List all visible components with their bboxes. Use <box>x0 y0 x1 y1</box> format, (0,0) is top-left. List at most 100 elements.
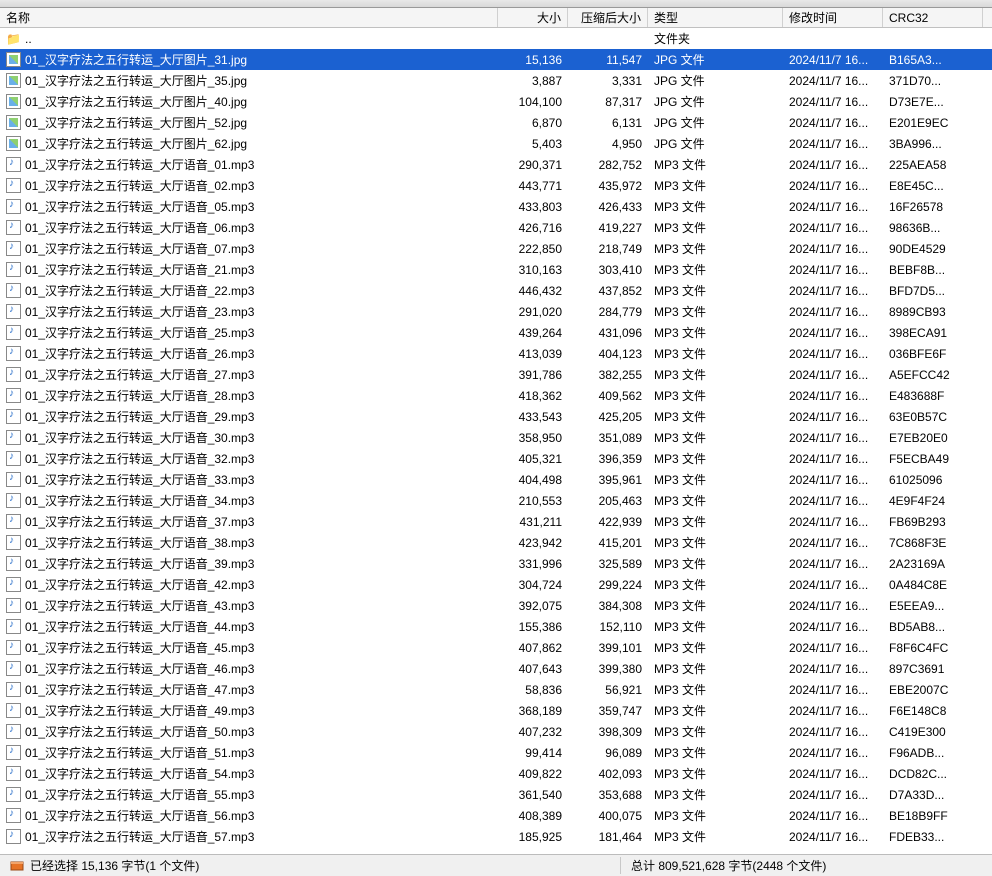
file-row[interactable]: 01_汉字疗法之五行转运_大厅语音_29.mp3433,543425,205MP… <box>0 406 992 427</box>
file-row[interactable]: 01_汉字疗法之五行转运_大厅语音_05.mp3433,803426,433MP… <box>0 196 992 217</box>
file-row[interactable]: 01_汉字疗法之五行转运_大厅图片_31.jpg15,13611,547JPG … <box>0 49 992 70</box>
file-row[interactable]: 01_汉字疗法之五行转运_大厅语音_25.mp3439,264431,096MP… <box>0 322 992 343</box>
file-row[interactable]: 01_汉字疗法之五行转运_大厅语音_30.mp3358,950351,089MP… <box>0 427 992 448</box>
parent-folder-row[interactable]: .. 文件夹 <box>0 28 992 49</box>
file-row[interactable]: 01_汉字疗法之五行转运_大厅语音_57.mp3185,925181,464MP… <box>0 826 992 847</box>
file-row[interactable]: 01_汉字疗法之五行转运_大厅语音_54.mp3409,822402,093MP… <box>0 763 992 784</box>
file-row[interactable]: 01_汉字疗法之五行转运_大厅语音_23.mp3291,020284,779MP… <box>0 301 992 322</box>
file-size: 58,836 <box>498 683 568 697</box>
file-packed-size: 4,950 <box>568 137 648 151</box>
file-row[interactable]: 01_汉字疗法之五行转运_大厅语音_01.mp3290,371282,752MP… <box>0 154 992 175</box>
file-row[interactable]: 01_汉字疗法之五行转运_大厅语音_33.mp3404,498395,961MP… <box>0 469 992 490</box>
col-header-name[interactable]: 名称 <box>0 8 498 27</box>
col-header-crc[interactable]: CRC32 <box>883 8 983 27</box>
col-header-mtime[interactable]: 修改时间 <box>783 8 883 27</box>
file-row[interactable]: 01_汉字疗法之五行转运_大厅语音_51.mp399,41496,089MP3 … <box>0 742 992 763</box>
file-type: MP3 文件 <box>648 240 783 257</box>
file-type: MP3 文件 <box>648 198 783 215</box>
file-row[interactable]: 01_汉字疗法之五行转运_大厅语音_34.mp3210,553205,463MP… <box>0 490 992 511</box>
file-packed-size: 325,589 <box>568 557 648 571</box>
file-size: 407,862 <box>498 641 568 655</box>
file-size: 439,264 <box>498 326 568 340</box>
file-row[interactable]: 01_汉字疗法之五行转运_大厅语音_38.mp3423,942415,201MP… <box>0 532 992 553</box>
file-type: JPG 文件 <box>648 114 783 131</box>
file-name: 01_汉字疗法之五行转运_大厅语音_46.mp3 <box>25 660 254 677</box>
file-row[interactable]: 01_汉字疗法之五行转运_大厅语音_02.mp3443,771435,972MP… <box>0 175 992 196</box>
file-name: 01_汉字疗法之五行转运_大厅语音_07.mp3 <box>25 240 254 257</box>
file-type: JPG 文件 <box>648 51 783 68</box>
file-row[interactable]: 01_汉字疗法之五行转运_大厅语音_42.mp3304,724299,224MP… <box>0 574 992 595</box>
file-row[interactable]: 01_汉字疗法之五行转运_大厅语音_26.mp3413,039404,123MP… <box>0 343 992 364</box>
file-row[interactable]: 01_汉字疗法之五行转运_大厅图片_40.jpg104,10087,317JPG… <box>0 91 992 112</box>
file-mtime: 2024/11/7 16... <box>783 263 883 277</box>
file-row[interactable]: 01_汉字疗法之五行转运_大厅语音_37.mp3431,211422,939MP… <box>0 511 992 532</box>
file-packed-size: 431,096 <box>568 326 648 340</box>
file-mtime: 2024/11/7 16... <box>783 473 883 487</box>
file-row[interactable]: 01_汉字疗法之五行转运_大厅语音_21.mp3310,163303,410MP… <box>0 259 992 280</box>
file-row[interactable]: 01_汉字疗法之五行转运_大厅语音_27.mp3391,786382,255MP… <box>0 364 992 385</box>
file-row[interactable]: 01_汉字疗法之五行转运_大厅语音_39.mp3331,996325,589MP… <box>0 553 992 574</box>
file-row[interactable]: 01_汉字疗法之五行转运_大厅语音_22.mp3446,432437,852MP… <box>0 280 992 301</box>
file-crc: EBE2007C <box>883 683 983 697</box>
file-crc: F6E148C8 <box>883 704 983 718</box>
file-size: 405,321 <box>498 452 568 466</box>
file-row[interactable]: 01_汉字疗法之五行转运_大厅语音_49.mp3368,189359,747MP… <box>0 700 992 721</box>
file-type: MP3 文件 <box>648 387 783 404</box>
file-type: MP3 文件 <box>648 555 783 572</box>
file-name: 01_汉字疗法之五行转运_大厅语音_23.mp3 <box>25 303 254 320</box>
file-name: 01_汉字疗法之五行转运_大厅语音_57.mp3 <box>25 828 254 845</box>
file-row[interactable]: 01_汉字疗法之五行转运_大厅语音_56.mp3408,389400,075MP… <box>0 805 992 826</box>
file-size: 222,850 <box>498 242 568 256</box>
col-header-size[interactable]: 大小 <box>498 8 568 27</box>
file-mtime: 2024/11/7 16... <box>783 725 883 739</box>
file-list[interactable]: .. 文件夹 01_汉字疗法之五行转运_大厅图片_31.jpg15,13611,… <box>0 28 992 854</box>
file-row[interactable]: 01_汉字疗法之五行转运_大厅语音_50.mp3407,232398,309MP… <box>0 721 992 742</box>
file-crc: 16F26578 <box>883 200 983 214</box>
file-name: 01_汉字疗法之五行转运_大厅语音_50.mp3 <box>25 723 254 740</box>
file-type: MP3 文件 <box>648 219 783 236</box>
col-header-packed[interactable]: 压缩后大小 <box>568 8 648 27</box>
file-name: 01_汉字疗法之五行转运_大厅语音_47.mp3 <box>25 681 254 698</box>
file-row[interactable]: 01_汉字疗法之五行转运_大厅语音_44.mp3155,386152,110MP… <box>0 616 992 637</box>
file-size: 426,716 <box>498 221 568 235</box>
file-row[interactable]: 01_汉字疗法之五行转运_大厅语音_07.mp3 222,850218,749MP… <box>0 238 992 259</box>
file-crc: 63E0B57C <box>883 410 983 424</box>
file-packed-size: 384,308 <box>568 599 648 613</box>
file-size: 104,100 <box>498 95 568 109</box>
file-row[interactable]: 01_汉字疗法之五行转运_大厅语音_45.mp3407,862399,101MP… <box>0 637 992 658</box>
file-row[interactable]: 01_汉字疗法之五行转运_大厅语音_32.mp3405,321396,359MP… <box>0 448 992 469</box>
file-row[interactable]: 01_汉字疗法之五行转运_大厅图片_62.jpg5,4034,950JPG 文件… <box>0 133 992 154</box>
file-row[interactable]: 01_汉字疗法之五行转运_大厅语音_47.mp358,83656,921MP3 … <box>0 679 992 700</box>
mp3-file-icon <box>6 346 21 361</box>
file-row[interactable]: 01_汉字疗法之五行转运_大厅语音_28.mp3418,362409,562MP… <box>0 385 992 406</box>
file-type: MP3 文件 <box>648 681 783 698</box>
col-header-type[interactable]: 类型 <box>648 8 783 27</box>
file-size: 391,786 <box>498 368 568 382</box>
file-row[interactable]: 01_汉字疗法之五行转运_大厅语音_46.mp3407,643399,380MP… <box>0 658 992 679</box>
file-size: 5,403 <box>498 137 568 151</box>
file-name: 01_汉字疗法之五行转运_大厅语音_01.mp3 <box>25 156 254 173</box>
file-row[interactable]: 01_汉字疗法之五行转运_大厅语音_43.mp3392,075384,308MP… <box>0 595 992 616</box>
file-packed-size: 96,089 <box>568 746 648 760</box>
status-total: 总计 809,521,628 字节(2448 个文件) <box>620 857 992 874</box>
file-packed-size: 404,123 <box>568 347 648 361</box>
mp3-file-icon <box>6 808 21 823</box>
file-row[interactable]: 01_汉字疗法之五行转运_大厅语音_55.mp3361,540353,688MP… <box>0 784 992 805</box>
file-size: 392,075 <box>498 599 568 613</box>
file-row[interactable]: 01_汉字疗法之五行转运_大厅图片_52.jpg6,8706,131JPG 文件… <box>0 112 992 133</box>
file-packed-size: 218,749 <box>568 242 648 256</box>
status-bar: 已经选择 15,136 字节(1 个文件) 总计 809,521,628 字节(… <box>0 854 992 876</box>
mp3-file-icon <box>6 262 21 277</box>
file-size: 443,771 <box>498 179 568 193</box>
file-packed-size: 426,433 <box>568 200 648 214</box>
file-type: MP3 文件 <box>648 450 783 467</box>
file-type: JPG 文件 <box>648 93 783 110</box>
file-row[interactable]: 01_汉字疗法之五行转运_大厅图片_35.jpg3,8873,331JPG 文件… <box>0 70 992 91</box>
folder-up-icon <box>6 31 21 46</box>
file-row[interactable]: 01_汉字疗法之五行转运_大厅语音_06.mp3426,716419,227MP… <box>0 217 992 238</box>
file-mtime: 2024/11/7 16... <box>783 158 883 172</box>
file-crc: FB69B293 <box>883 515 983 529</box>
file-size: 404,498 <box>498 473 568 487</box>
file-packed-size: 425,205 <box>568 410 648 424</box>
file-size: 423,942 <box>498 536 568 550</box>
